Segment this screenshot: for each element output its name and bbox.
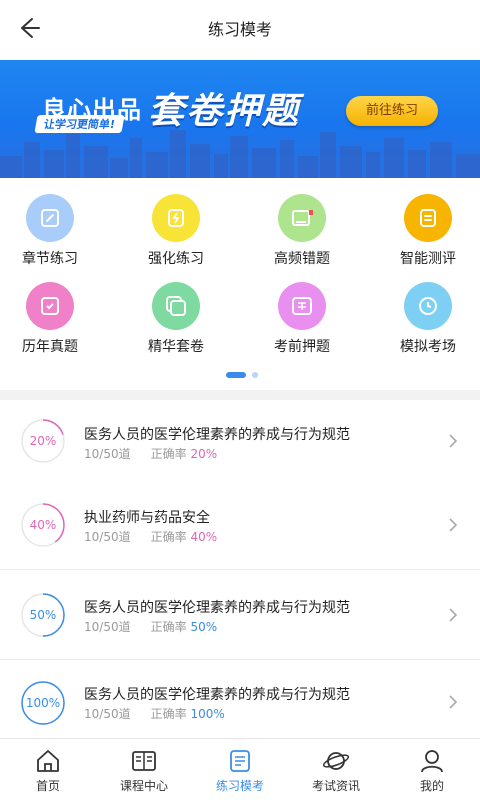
tab-course-center[interactable]: 课程中心 bbox=[96, 739, 192, 800]
list-item[interactable]: 20% 医务人员的医学伦理素养的养成与行为规范 10/50道 正确率 20% bbox=[0, 400, 480, 490]
chevron-right-icon bbox=[449, 518, 458, 532]
question-count: 10/50道 bbox=[84, 620, 131, 634]
progress-percent: 50% bbox=[29, 608, 57, 622]
bottom-tab-bar: 首页 课程中心 练习模考 考试资讯 我的 bbox=[0, 738, 480, 800]
tab-exam-news[interactable]: 考试资讯 bbox=[288, 739, 384, 800]
page-indicator bbox=[226, 372, 266, 380]
list-item[interactable]: 100% 医务人员的医学伦理素养的养成与行为规范 10/50道 正确率 100% bbox=[0, 662, 480, 738]
question-count: 10/50道 bbox=[84, 447, 131, 461]
grid-item-frequent-mistakes[interactable]: 高频错题 bbox=[252, 178, 352, 267]
question-count: 10/50道 bbox=[84, 530, 131, 544]
chevron-right-icon bbox=[449, 434, 458, 448]
user-icon bbox=[421, 750, 443, 773]
item-title: 医务人员的医学伦理素养的养成与行为规范 bbox=[84, 687, 350, 703]
accuracy-value: 50% bbox=[190, 620, 218, 634]
accuracy-label: 正确率 bbox=[150, 530, 187, 544]
home-icon bbox=[37, 750, 59, 772]
go-practice-button[interactable]: 前往练习 bbox=[346, 96, 438, 126]
seal-icon bbox=[278, 282, 326, 330]
progress-ring: 20% bbox=[20, 418, 66, 464]
progress-percent: 40% bbox=[29, 518, 57, 532]
tab-profile[interactable]: 我的 bbox=[384, 739, 480, 800]
grid-item-mock-exam-room[interactable]: 模拟考场 bbox=[378, 266, 478, 355]
banner-headline: 套卷押题 bbox=[148, 91, 301, 132]
feature-grid: 章节练习 强化练习 高频错题 智能测评 历年真题 精华套卷 考前押题 模拟考场 bbox=[0, 178, 480, 390]
page-dot-active bbox=[226, 372, 246, 378]
item-title: 执业药师与药品安全 bbox=[84, 510, 210, 526]
banner-slogan: 让学习更简单! bbox=[34, 115, 125, 133]
accuracy-label: 正确率 bbox=[150, 620, 187, 634]
grid-item-essential-papers[interactable]: 精华套卷 bbox=[126, 266, 226, 355]
grid-item-smart-assessment[interactable]: 智能测评 bbox=[378, 178, 478, 267]
tab-label: 首页 bbox=[35, 779, 60, 793]
question-count: 10/50道 bbox=[84, 707, 131, 721]
grid-item-intensive-practice[interactable]: 强化练习 bbox=[126, 178, 226, 267]
grid-item-label: 精华套卷 bbox=[148, 339, 204, 355]
accuracy-value: 100% bbox=[190, 707, 225, 721]
item-title: 医务人员的医学伦理素养的养成与行为规范 bbox=[84, 600, 350, 616]
pencil-icon bbox=[26, 194, 74, 242]
progress-ring: 50% bbox=[20, 592, 66, 638]
book-flag-icon bbox=[278, 194, 326, 242]
accuracy-value: 20% bbox=[190, 447, 218, 461]
accuracy-label: 正确率 bbox=[150, 707, 187, 721]
tab-home[interactable]: 首页 bbox=[0, 739, 96, 800]
clock-icon bbox=[404, 282, 452, 330]
tab-label: 课程中心 bbox=[119, 779, 168, 793]
item-meta: 10/50道 正确率 40% bbox=[84, 528, 217, 545]
item-meta: 10/50道 正确率 50% bbox=[84, 618, 217, 635]
item-title: 医务人员的医学伦理素养的养成与行为规范 bbox=[84, 427, 350, 443]
tab-label: 我的 bbox=[419, 779, 444, 793]
item-meta: 10/50道 正确率 20% bbox=[84, 445, 217, 462]
top-app-bar: 练习模考 bbox=[0, 0, 480, 56]
grid-item-chapter-practice[interactable]: 章节练习 bbox=[0, 178, 100, 267]
paper-check-icon bbox=[26, 282, 74, 330]
progress-ring: 100% bbox=[20, 680, 66, 726]
city-skyline-image bbox=[0, 130, 480, 178]
accuracy-value: 40% bbox=[190, 530, 218, 544]
lightning-icon bbox=[152, 194, 200, 242]
page-title: 练习模考 bbox=[207, 20, 272, 39]
grid-item-label: 历年真题 bbox=[22, 339, 78, 355]
stack-icon bbox=[152, 282, 200, 330]
grid-item-label: 高频错题 bbox=[274, 251, 330, 267]
tab-label: 考试资讯 bbox=[311, 779, 360, 793]
item-meta: 10/50道 正确率 100% bbox=[84, 705, 225, 722]
chevron-right-icon bbox=[449, 608, 458, 622]
list-item[interactable]: 50% 医务人员的医学伦理素养的养成与行为规范 10/50道 正确率 50% bbox=[0, 570, 480, 660]
promo-banner[interactable]: 良心出品 让学习更简单! 套卷押题 前往练习 bbox=[0, 60, 480, 178]
grid-item-label: 强化练习 bbox=[148, 251, 204, 267]
tab-practice-exam[interactable]: 练习模考 bbox=[192, 739, 288, 800]
document-icon bbox=[404, 194, 452, 242]
accuracy-label: 正确率 bbox=[150, 447, 187, 461]
progress-percent: 100% bbox=[25, 696, 61, 710]
grid-item-pre-exam-tips[interactable]: 考前押题 bbox=[252, 266, 352, 355]
tab-label: 练习模考 bbox=[215, 779, 264, 793]
page-dot bbox=[252, 372, 258, 378]
grid-item-past-exams[interactable]: 历年真题 bbox=[0, 266, 100, 355]
section-divider bbox=[0, 390, 480, 400]
grid-item-label: 考前押题 bbox=[274, 339, 330, 355]
planet-icon bbox=[322, 752, 350, 770]
grid-item-label: 模拟考场 bbox=[400, 339, 456, 355]
book-icon bbox=[132, 751, 156, 771]
list-item[interactable]: 40% 执业药师与药品安全 10/50道 正确率 40% bbox=[0, 480, 480, 570]
grid-item-label: 智能测评 bbox=[400, 251, 456, 267]
progress-ring: 40% bbox=[20, 502, 66, 548]
grid-item-label: 章节练习 bbox=[22, 251, 78, 267]
progress-percent: 20% bbox=[29, 434, 57, 448]
exam-icon bbox=[230, 750, 250, 772]
chevron-right-icon bbox=[449, 695, 458, 709]
